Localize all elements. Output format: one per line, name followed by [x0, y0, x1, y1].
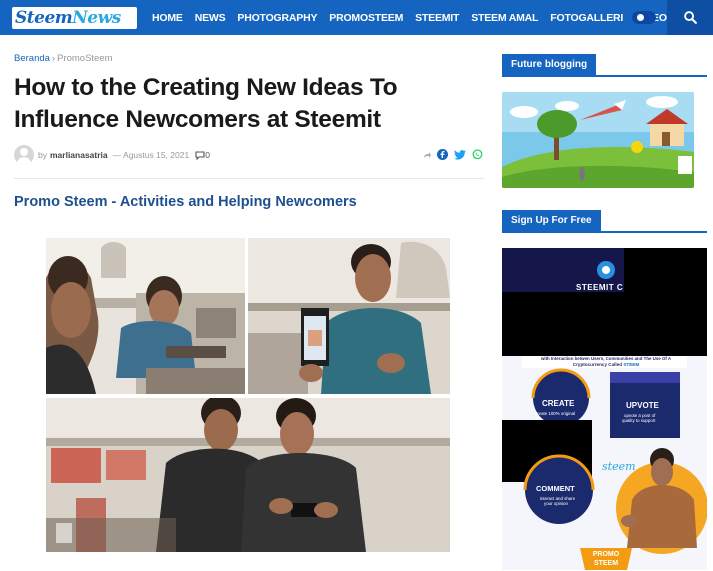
- widget-title-underline: [502, 75, 707, 77]
- logo-text: SteemNews: [15, 8, 121, 28]
- poster-tagline-line1: with Interaction betwen Users, Communiti…: [540, 356, 672, 361]
- breadcrumb-current[interactable]: PromoSteem: [57, 53, 112, 64]
- article-subheading: Promo Steem - Activities and Helping New…: [14, 194, 357, 210]
- twitter-icon[interactable]: [454, 149, 466, 160]
- by-label: by: [38, 150, 47, 160]
- poster-create-title: CREATE: [542, 399, 575, 408]
- poster-tagline-steem: STEEM: [623, 362, 640, 367]
- nav-item-promosteem[interactable]: PROMOSTEEM: [329, 12, 403, 24]
- share-icon[interactable]: [423, 151, 431, 159]
- meta-divider: [14, 178, 484, 179]
- facebook-icon[interactable]: [437, 149, 448, 160]
- site-logo[interactable]: SteemNews: [12, 7, 137, 29]
- widget-title-future-blogging: Future blogging: [502, 54, 597, 75]
- article-photo-collage[interactable]: [46, 238, 450, 552]
- nav-item-steem-amal[interactable]: STEEM AMAL: [471, 12, 538, 24]
- breadcrumb-separator: ›: [51, 53, 56, 64]
- poster-create-sub: create 100% original: [535, 411, 576, 416]
- whatsapp-icon[interactable]: [472, 149, 483, 160]
- share-bar: [423, 149, 489, 160]
- breadcrumb: Beranda › PromoSteem: [14, 53, 113, 64]
- article-meta: by marlianasatria — Agustus 15, 2021 0: [14, 145, 210, 165]
- toggle-knob: [637, 14, 644, 21]
- main-nav: HOME NEWS PHOTOGRAPHY PROMOSTEEM STEEMIT…: [152, 0, 679, 35]
- nav-item-home[interactable]: HOME: [152, 12, 183, 24]
- avatar[interactable]: [14, 145, 34, 165]
- sign-up-poster[interactable]: STEEMIT C with Interaction betwen Users,…: [502, 248, 707, 570]
- poster-tagline-line2-wrap: Cryptocurrency Called STEEM: [526, 362, 686, 367]
- widget-title-sign-up: Sign Up For Free: [502, 210, 601, 231]
- poster-promo-line2: STEEM: [593, 560, 619, 567]
- author-link[interactable]: marlianasatria: [50, 150, 108, 160]
- future-blogging-illustration: [502, 92, 694, 188]
- comment-icon: [195, 150, 205, 160]
- theme-toggle-icon[interactable]: [632, 11, 656, 24]
- future-blogging-banner[interactable]: [502, 92, 694, 188]
- logo-part2: News: [72, 8, 121, 28]
- post-date: — Agustus 15, 2021: [112, 150, 190, 160]
- breadcrumb-home[interactable]: Beranda: [14, 53, 50, 64]
- poster-promo-line1: PROMO: [592, 551, 620, 558]
- comment-count: 0: [205, 150, 210, 160]
- poster-tagline-line2: Cryptocurrency Called: [572, 362, 623, 367]
- logo-part1: Steem: [15, 8, 73, 28]
- poster-script-text: steem: [602, 460, 636, 473]
- nav-item-photography[interactable]: PHOTOGRAPHY: [237, 12, 317, 24]
- poster-brand: STEEMIT C: [576, 283, 624, 292]
- nav-item-fotogalleri[interactable]: FOTOGALLERI: [550, 12, 623, 24]
- search-icon: [683, 11, 697, 24]
- poster-comment-sub2: your opinion: [544, 501, 568, 506]
- poster-upvote-sub2: quality to support: [622, 418, 656, 423]
- site-header: SteemNews HOME NEWS PHOTOGRAPHY PROMOSTE…: [0, 0, 713, 35]
- poster-upvote-title: UPVOTE: [626, 401, 659, 410]
- comment-count-link[interactable]: 0: [195, 150, 210, 160]
- photo-collage-image: [46, 238, 450, 552]
- article-title: How to the Creating New Ideas To Influen…: [14, 74, 398, 133]
- nav-item-news[interactable]: NEWS: [195, 12, 226, 24]
- search-button[interactable]: [667, 0, 713, 35]
- steemit-poster: [502, 248, 707, 570]
- nav-item-steemit[interactable]: STEEMIT: [415, 12, 459, 24]
- poster-comment-title: COMMENT: [536, 484, 575, 493]
- widget-title-underline: [502, 231, 707, 233]
